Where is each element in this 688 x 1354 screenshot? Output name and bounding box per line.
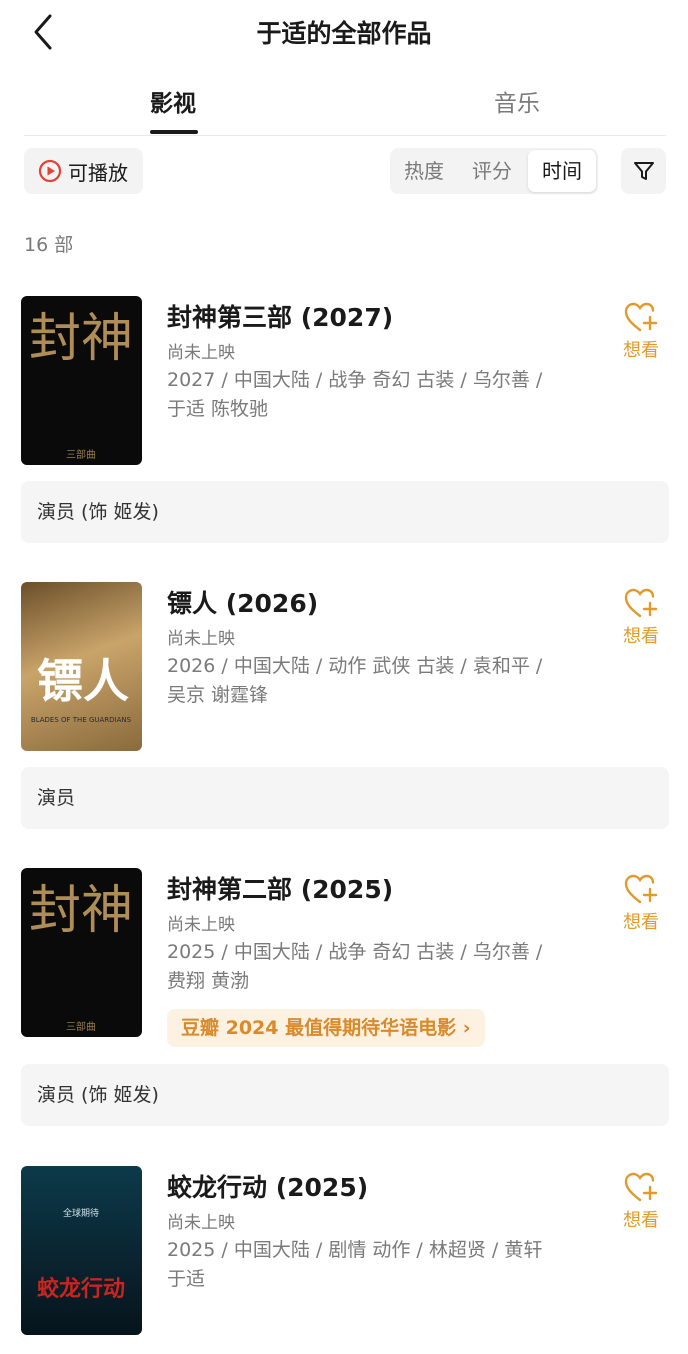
poster-subtitle-text: 三部曲	[66, 1020, 96, 1033]
want-to-watch-label: 想看	[623, 340, 659, 361]
movie-status: 尚未上映	[167, 629, 235, 649]
movie-meta: 2027 / 中国大陆 / 战争 奇幻 古装 / 乌尔善 / 于适 陈牧驰	[167, 366, 587, 424]
movie-meta: 2025 / 中国大陆 / 剧情 动作 / 林超贤 / 黄轩 于适	[167, 1236, 587, 1294]
want-to-watch-label: 想看	[623, 912, 659, 933]
movie-title[interactable]: 封神第三部 (2027)	[167, 298, 393, 334]
poster-title-text: 封神	[29, 309, 133, 369]
top-bar: 于适的全部作品	[0, 0, 688, 64]
poster-artwork: 封神 三部曲	[29, 881, 133, 1033]
heart-plus-icon	[624, 874, 658, 904]
poster-subtitle-text: 全球期待	[63, 1207, 99, 1219]
heart-plus-icon	[624, 588, 658, 618]
movie-poster[interactable]: 封神 三部曲	[21, 296, 142, 465]
playable-filter-label: 可播放	[68, 160, 128, 185]
want-to-watch-label: 想看	[623, 626, 659, 647]
want-to-watch-button[interactable]: 想看	[615, 1170, 667, 1232]
sort-by-popularity[interactable]: 热度	[390, 148, 458, 194]
sort-segmented-control: 热度 评分 时间	[390, 148, 598, 194]
movie-poster[interactable]: 全球期待 蛟龙行动	[21, 1166, 142, 1335]
works-count: 16 部	[24, 234, 74, 256]
want-to-watch-button[interactable]: 想看	[615, 300, 667, 362]
movie-meta-line: 费翔 黄渤	[167, 970, 250, 992]
movie-meta-line: 于适 陈牧驰	[167, 398, 269, 420]
poster-artwork: 镖人 BLADES OF THE GUARDIANS	[31, 654, 132, 724]
movie-status: 尚未上映	[167, 1213, 235, 1233]
movie-status: 尚未上映	[167, 915, 235, 935]
movie-status: 尚未上映	[167, 343, 235, 363]
role-info: 演员 (饰 姬发)	[21, 1064, 669, 1126]
playable-filter-button[interactable]: 可播放	[24, 148, 143, 194]
movie-title[interactable]: 封神第二部 (2025)	[167, 870, 393, 906]
heart-plus-icon	[624, 1172, 658, 1202]
movie-meta-line: 2027 / 中国大陆 / 战争 奇幻 古装 / 乌尔善 /	[167, 369, 543, 391]
tab-bar: 影视 音乐	[24, 70, 666, 136]
want-to-watch-label: 想看	[623, 1210, 659, 1231]
movie-meta: 2025 / 中国大陆 / 战争 奇幻 古装 / 乌尔善 / 费翔 黄渤	[167, 938, 587, 996]
poster-title-text: 封神	[29, 881, 133, 941]
movie-title[interactable]: 蛟龙行动 (2025)	[167, 1168, 368, 1204]
filter-bar: 可播放 热度 评分 时间	[0, 148, 688, 196]
page-title: 于适的全部作品	[256, 19, 432, 48]
filter-button[interactable]	[621, 148, 666, 194]
funnel-icon	[633, 162, 654, 180]
tab-music[interactable]: 音乐	[494, 84, 540, 118]
poster-title-text: 镖人	[37, 654, 129, 708]
movie-title[interactable]: 镖人 (2026)	[167, 584, 318, 620]
poster-subtitle-text: 三部曲	[66, 448, 96, 461]
movie-meta-line: 吴京 谢霆锋	[167, 684, 269, 706]
poster-artwork: 封神 三部曲	[29, 309, 133, 461]
active-tab-indicator	[150, 130, 198, 134]
play-circle-icon	[38, 159, 62, 183]
want-to-watch-button[interactable]: 想看	[615, 872, 667, 934]
movie-meta-line: 2026 / 中国大陆 / 动作 武侠 古装 / 袁和平 /	[167, 655, 543, 677]
heart-plus-icon	[624, 302, 658, 332]
movie-poster[interactable]: 封神 三部曲	[21, 868, 142, 1037]
movie-meta-line: 2025 / 中国大陆 / 剧情 动作 / 林超贤 / 黄轩	[167, 1239, 543, 1261]
movie-meta: 2026 / 中国大陆 / 动作 武侠 古装 / 袁和平 / 吴京 谢霆锋	[167, 652, 587, 710]
role-info: 演员 (饰 姬发)	[21, 481, 669, 543]
douban-award-badge[interactable]: 豆瓣 2024 最值得期待华语电影 ›	[167, 1009, 485, 1047]
movie-meta-line: 2025 / 中国大陆 / 战争 奇幻 古装 / 乌尔善 /	[167, 941, 543, 963]
tab-film[interactable]: 影视	[150, 84, 196, 118]
poster-artwork: 全球期待 蛟龙行动	[37, 1207, 125, 1302]
sort-by-rating[interactable]: 评分	[458, 148, 526, 194]
movie-meta-line: 于适	[167, 1268, 206, 1290]
sort-by-time[interactable]: 时间	[528, 150, 596, 192]
poster-title-text: 蛟龙行动	[37, 1276, 125, 1302]
want-to-watch-button[interactable]: 想看	[615, 586, 667, 648]
poster-subtitle-text: BLADES OF THE GUARDIANS	[31, 716, 132, 724]
movie-poster[interactable]: 镖人 BLADES OF THE GUARDIANS	[21, 582, 142, 751]
role-info: 演员	[21, 767, 669, 829]
